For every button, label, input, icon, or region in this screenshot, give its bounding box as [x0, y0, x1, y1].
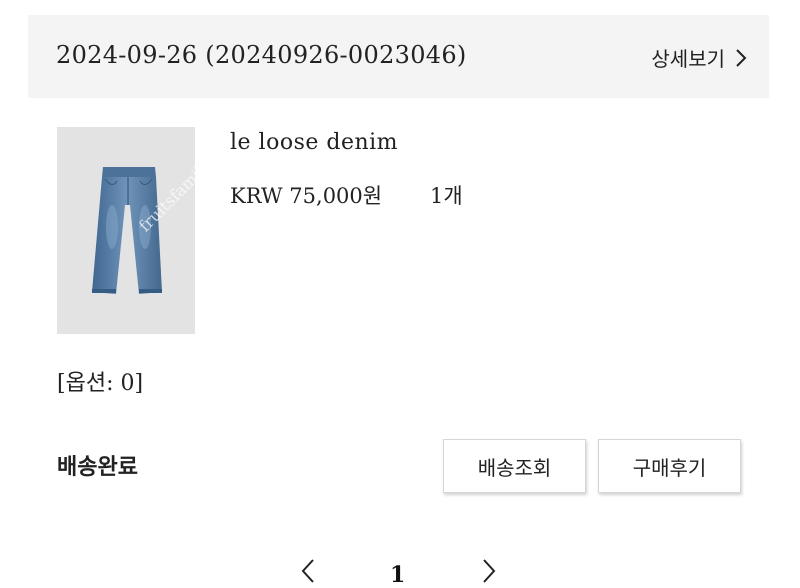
current-page-number[interactable]: 1 [390, 562, 405, 588]
product-name[interactable]: le loose denim [230, 130, 398, 155]
write-review-button[interactable]: 구매후기 [598, 439, 741, 493]
jeans-image [92, 167, 162, 294]
product-price: KRW 75,000원 [230, 184, 383, 208]
product-options: [옵션: 0] [57, 371, 144, 396]
order-header: 2024-09-26 (20240926-0023046) 상세보기 [28, 15, 769, 98]
previous-page-button[interactable] [300, 558, 316, 588]
track-delivery-button[interactable]: 배송조회 [443, 439, 586, 493]
chevron-right-icon [736, 48, 747, 67]
product-quantity: 1개 [430, 184, 463, 208]
product-thumbnail[interactable]: fruitsfamily.com [57, 127, 195, 334]
delivery-status: 배송완료 [57, 455, 138, 480]
next-page-button[interactable] [481, 558, 497, 588]
chevron-right-icon [483, 559, 496, 583]
view-details-link[interactable]: 상세보기 [651, 43, 747, 72]
chevron-left-icon [301, 559, 314, 583]
view-details-label: 상세보기 [651, 47, 725, 71]
order-date-number: 2024-09-26 (20240926-0023046) [56, 41, 467, 69]
